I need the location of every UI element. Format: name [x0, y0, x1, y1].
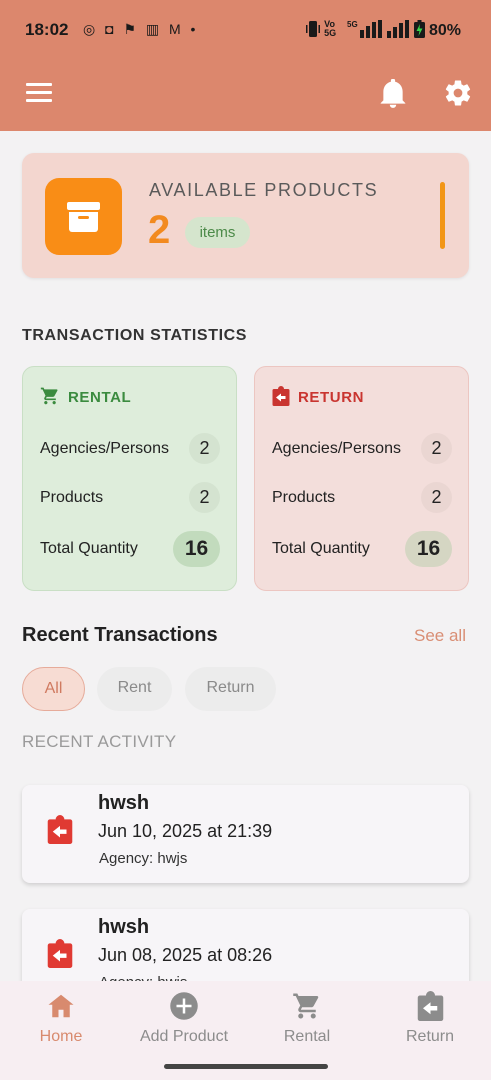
rental-stats-label: RENTAL: [68, 389, 132, 406]
cart-icon: [293, 993, 319, 1019]
nav-return-label: Return: [405, 1028, 455, 1045]
recent-activity-label: RECENT ACTIVITY: [22, 732, 177, 751]
nav-home-label: Home: [39, 1028, 83, 1045]
clipboard-return-icon: [47, 939, 73, 968]
accent-bar: [440, 182, 445, 249]
rental-products-value: 2: [189, 482, 220, 513]
rental-stats-header: RENTAL: [40, 386, 131, 406]
transaction-date: Jun 10, 2025 at 21:39: [98, 821, 273, 841]
add-circle-icon: [170, 992, 198, 1020]
return-agencies-value: 2: [421, 433, 452, 464]
signal-icon: [387, 20, 410, 38]
clipboard-return-icon: [417, 991, 443, 1021]
filter-chip-rent[interactable]: Rent: [97, 667, 172, 711]
clipboard-return-icon: [272, 386, 290, 406]
menu-icon[interactable]: [26, 83, 52, 105]
see-all-link[interactable]: See all: [414, 626, 466, 646]
return-stats-header: RETURN: [272, 386, 364, 406]
return-total-quantity-row: Total Quantity 16: [272, 531, 452, 567]
items-badge: items: [185, 217, 250, 248]
bell-icon[interactable]: [380, 79, 406, 109]
transaction-item[interactable]: hwsh Jun 10, 2025 at 21:39 Agency: hwjs: [22, 785, 469, 883]
available-products-count: 2: [148, 208, 171, 252]
nav-return[interactable]: Return: [375, 991, 485, 1046]
filter-chip-all[interactable]: All: [22, 667, 85, 711]
return-total-quantity-value: 16: [405, 531, 452, 567]
rental-products-label: Products: [40, 489, 104, 506]
home-icon: [48, 994, 74, 1018]
return-products-value: 2: [421, 482, 452, 513]
rental-agencies-row: Agencies/Persons 2: [40, 433, 220, 464]
nav-rental[interactable]: Rental: [252, 991, 362, 1046]
notification-icons: ◎ ◘ ⚑ ▥ M •: [83, 21, 199, 37]
battery-charging-icon: [413, 20, 425, 38]
signal-5g-icon: 5G: [347, 20, 382, 38]
status-time: 18:02: [25, 20, 69, 39]
svg-text:5G: 5G: [347, 20, 358, 29]
transaction-name: hwsh: [98, 792, 150, 814]
clipboard-return-icon: [47, 815, 73, 844]
nav-add-product-label: Add Product: [139, 1028, 229, 1045]
available-products-title: AVAILABLE PRODUCTS: [149, 180, 379, 200]
home-indicator[interactable]: [164, 1064, 328, 1069]
recent-transactions-title: Recent Transactions: [22, 624, 218, 646]
gear-icon[interactable]: [443, 78, 473, 108]
vibrate-icon: [305, 21, 320, 37]
status-bar: 18:02 ◎ ◘ ⚑ ▥ M • Vo 5G 5G 80%: [0, 0, 491, 60]
return-stats-label: RETURN: [298, 389, 365, 406]
transaction-agency: Agency: hwjs: [99, 850, 188, 867]
transaction-date: Jun 08, 2025 at 08:26: [98, 945, 273, 965]
return-stats-card[interactable]: RETURN Agencies/Persons 2 Products 2 Tot…: [254, 366, 469, 591]
battery-percent: 80%: [428, 22, 461, 39]
return-products-row: Products 2: [272, 482, 452, 513]
available-products-card[interactable]: AVAILABLE PRODUCTS 2 items: [22, 153, 469, 278]
rental-total-quantity-row: Total Quantity 16: [40, 531, 220, 567]
app-bar: [0, 60, 491, 131]
transaction-name: hwsh: [98, 916, 150, 938]
rental-agencies-value: 2: [189, 433, 220, 464]
return-products-label: Products: [272, 489, 336, 506]
section-title-transaction-statistics: TRANSACTION STATISTICS: [22, 327, 248, 344]
nav-add-product[interactable]: Add Product: [129, 991, 239, 1046]
rental-agencies-label: Agencies/Persons: [40, 440, 169, 457]
return-agencies-row: Agencies/Persons 2: [272, 433, 452, 464]
return-agencies-label: Agencies/Persons: [272, 440, 401, 457]
rental-products-row: Products 2: [40, 482, 220, 513]
status-right: Vo 5G 5G 80%: [305, 19, 461, 40]
volte-icon: Vo 5G: [324, 19, 337, 38]
nav-rental-label: Rental: [283, 1028, 331, 1045]
filter-chip-return[interactable]: Return: [185, 667, 276, 711]
rental-total-quantity-label: Total Quantity: [40, 540, 138, 557]
archive-box-icon: [45, 178, 122, 255]
nav-home[interactable]: Home: [6, 991, 116, 1046]
cart-icon: [40, 387, 58, 405]
rental-total-quantity-value: 16: [173, 531, 220, 567]
rental-stats-card[interactable]: RENTAL Agencies/Persons 2 Products 2 Tot…: [22, 366, 237, 591]
return-total-quantity-label: Total Quantity: [272, 540, 370, 557]
